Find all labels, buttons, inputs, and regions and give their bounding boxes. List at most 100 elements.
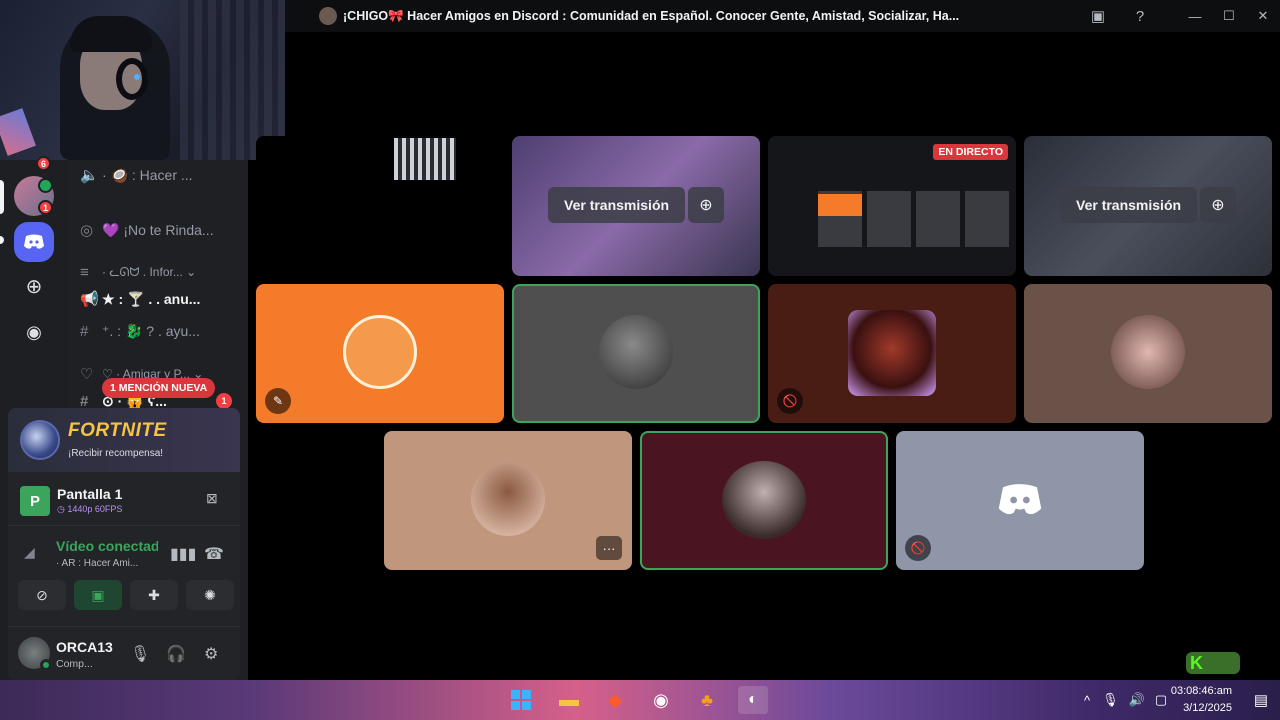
watch-together-icon[interactable]: ⊕ [1200, 187, 1236, 223]
headphones-icon[interactable]: 🎧 [166, 644, 186, 664]
channel-voice-hacer[interactable]: 🔈 · 🥥 : Hacer ... [80, 163, 193, 187]
live-badge: EN DIRECTO [933, 144, 1008, 160]
discord-home-icon[interactable] [14, 222, 54, 262]
inbox-icon[interactable]: ▣ [1088, 6, 1108, 26]
discord-logo-icon [996, 483, 1044, 522]
promo-title: FORTNITE [68, 420, 167, 441]
notifications-icon[interactable]: ▤ [1246, 686, 1276, 714]
stage-icon: ◎ [80, 222, 94, 239]
close-button[interactable]: ✕ [1246, 0, 1280, 32]
voice-status: Vídeo conectado [56, 538, 158, 554]
participant-tile[interactable] [1024, 284, 1272, 423]
signal-icon[interactable]: ◢ [24, 544, 35, 561]
activities-icon: ✚ [148, 586, 160, 603]
video-badge [38, 178, 53, 193]
user-info: ORCA13 Comp... 🎙 🎧 ⚙ [8, 626, 240, 680]
camera-off-button[interactable]: ⊘ [18, 580, 66, 610]
watch-together-icon[interactable]: ⊕ [688, 187, 724, 223]
channel-announcements[interactable]: 📢 ★ : 🍸 . . anu... [80, 287, 200, 311]
avatar [722, 461, 806, 539]
channel-stage-rinda[interactable]: ◎ 💜 ¡No te Rinda... [80, 218, 214, 242]
heart-icon: ♡ [80, 366, 94, 383]
screen: ¡CHIGO🎀 Hacer Amigos en Discord : Comuni… [0, 0, 1280, 720]
muted-mic-icon: 🚫 [777, 388, 803, 414]
participant-tile[interactable]: 🚫 [768, 284, 1016, 423]
speaker-icon: 🔈 [80, 167, 99, 184]
window-title: ¡CHIGO🎀 Hacer Amigos en Discord : Comuni… [343, 8, 960, 23]
stream-tile-dark[interactable] [256, 136, 504, 276]
settings-gear-icon[interactable]: ⚙ [204, 644, 218, 664]
screen-share-button[interactable]: ▣ [74, 580, 122, 610]
quest-icon [20, 420, 60, 460]
avatar [1111, 315, 1185, 389]
volume-icon[interactable]: 🔊 [1129, 692, 1145, 708]
taskbar-clock[interactable]: 03:08:46:am 3/12/2025 [1171, 683, 1232, 717]
watch-stream-button[interactable]: Ver transmisión [548, 187, 686, 223]
maximize-button[interactable]: ☐ [1212, 0, 1246, 32]
username: ORCA13 [56, 639, 113, 655]
minimize-button[interactable]: — [1178, 0, 1212, 32]
participant-tile[interactable]: ··· [384, 431, 632, 570]
category-info[interactable]: ≡ · ᓚᘏᗢ . Infor... ⌄ [80, 260, 196, 284]
add-server-icon[interactable]: ⊕ [14, 266, 54, 306]
windows-taskbar: ▬ ◆ ◉ ♣ ◐ ^ 🎙 🔊 ▢ 03:08:46:am 3/12/2025 … [0, 680, 1280, 720]
stream-app-icon: P [20, 486, 50, 516]
avatar [471, 462, 545, 536]
obs-icon[interactable]: ◉ [646, 686, 676, 714]
announcement-icon: 📢 [80, 291, 99, 308]
fortnite-promo[interactable]: FORTNITE ¡Recibir recompensa! [8, 408, 240, 472]
stream-panel: P Pantalla 1 ◷ 1440p 60FPS ⊠ [8, 476, 240, 526]
soundboard-button[interactable]: ✺ [186, 580, 234, 610]
soundboard-icon: ✺ [204, 586, 216, 603]
explore-icon[interactable]: ◉ [14, 312, 54, 352]
muted-mic-icon: 🚫 [905, 535, 931, 561]
stream-name: Pantalla 1 [57, 486, 123, 502]
promo-subtitle: ¡Recibir recompensa! [68, 448, 164, 459]
help-icon[interactable]: ? [1130, 6, 1150, 26]
system-tray: ^ 🎙 🔊 ▢ [1084, 680, 1167, 720]
stop-stream-icon[interactable]: ⊠ [206, 490, 224, 508]
mention-badge: 6 [36, 156, 51, 171]
file-explorer-icon[interactable]: ▬ [554, 686, 584, 714]
microphone-icon[interactable]: 🎙 [130, 644, 150, 664]
screen-share-icon: ▣ [91, 586, 105, 603]
participant-tile[interactable]: 🚫 [896, 431, 1144, 570]
hash-icon: # [80, 322, 89, 340]
category-icon: ≡ [80, 263, 89, 281]
new-mention-pill[interactable]: 1 MENCIÓN NUEVA [102, 378, 216, 398]
kick-logo: K [1186, 652, 1240, 674]
window-titlebar: ¡CHIGO🎀 Hacer Amigos en Discord : Comuni… [285, 0, 1280, 32]
noise-suppression-icon[interactable]: ▮▮▮ [170, 544, 196, 564]
start-button[interactable] [506, 686, 536, 714]
online-status-dot [40, 659, 52, 671]
avatar [848, 310, 936, 396]
brave-browser-icon[interactable]: ◆ [600, 686, 630, 714]
stream-tile[interactable]: Ver transmisión ⊕ [512, 136, 760, 276]
more-options-button[interactable]: ··· [596, 536, 622, 560]
participant-tile[interactable]: ✎ [256, 284, 504, 423]
participant-tile-speaking[interactable] [512, 284, 760, 423]
avatar [343, 315, 417, 389]
user-status: Comp... [56, 658, 93, 670]
voice-channel-name[interactable]: · AR : Hacer Ami... [56, 558, 138, 569]
stage-speaker-icon: ✎ [265, 388, 291, 414]
clock-date: 3/12/2025 [1183, 702, 1232, 714]
microphone-icon[interactable]: 🎙 [1102, 692, 1119, 708]
stream-tile-live[interactable]: EN DIRECTO [768, 136, 1016, 276]
stream-tile[interactable]: Ver transmisión ⊕ [1024, 136, 1272, 276]
fl-studio-icon[interactable]: ♣ [692, 686, 722, 714]
mention-count-badge: 1 [216, 393, 232, 409]
discord-taskbar-icon[interactable]: ◐ [738, 686, 768, 714]
mention-badge: 1 [38, 200, 53, 215]
clock-time: 03:08:46:am [1170, 685, 1232, 697]
hash-icon: # [80, 392, 89, 410]
voice-status-panel: ◢ Vídeo conectado · AR : Hacer Ami... ▮▮… [8, 530, 240, 580]
channel-ayuda[interactable]: # ⁺. : 🐉 ? . ayu... [80, 319, 200, 343]
network-icon[interactable]: ▢ [1155, 692, 1167, 708]
stream-quality: ◷ 1440p 60FPS [57, 504, 123, 514]
disconnect-icon[interactable]: ☎ [204, 544, 224, 564]
participant-tile-speaking[interactable] [640, 431, 888, 570]
chevron-up-icon[interactable]: ^ [1084, 693, 1090, 708]
watch-stream-button[interactable]: Ver transmisión [1060, 187, 1198, 223]
activities-button[interactable]: ✚ [130, 580, 178, 610]
